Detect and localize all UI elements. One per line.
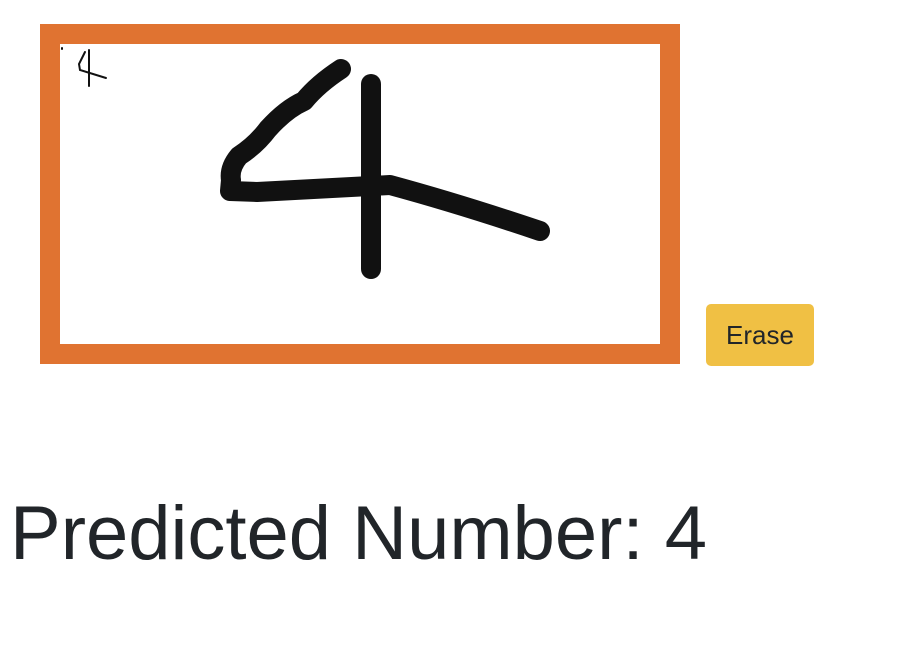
predicted-number-label: Predicted Number:	[10, 491, 644, 576]
thumbnail-digit-icon	[61, 47, 107, 87]
drawing-canvas[interactable]	[60, 44, 660, 344]
drawing-strokes	[61, 47, 550, 279]
canvas-frame	[40, 24, 680, 364]
predicted-number-heading: Predicted Number: 4	[10, 488, 707, 580]
handdrawn-digit-strokes	[220, 59, 550, 279]
predicted-number-value: 4	[664, 491, 708, 576]
app-root: Erase Predicted Number: 4	[0, 0, 918, 654]
erase-button[interactable]: Erase	[706, 304, 814, 366]
